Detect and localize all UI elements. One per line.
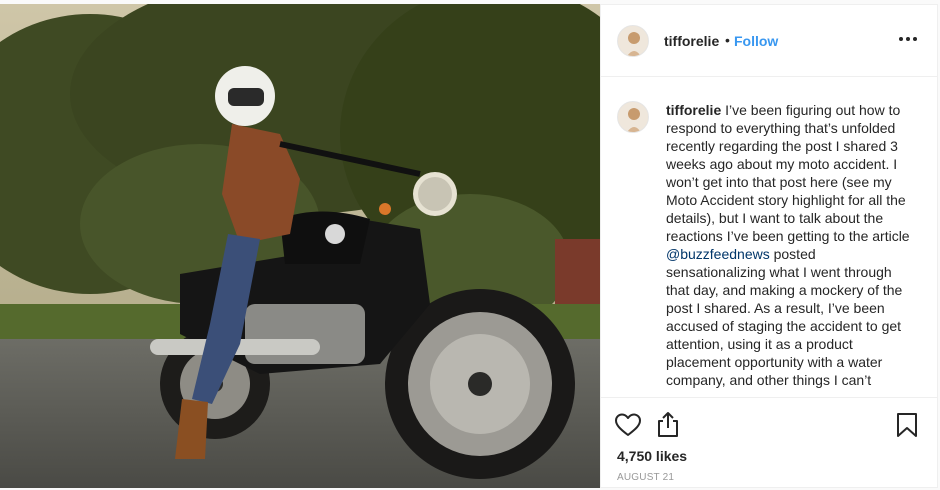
- mention-link[interactable]: @buzzfeednews: [666, 246, 770, 262]
- instagram-post-view: tifforelie • Follow tifforelie I’ve been: [0, 0, 940, 490]
- caption-avatar[interactable]: [617, 101, 649, 133]
- caption-username-link[interactable]: tifforelie: [666, 102, 721, 118]
- likes-count[interactable]: 4,750 likes: [617, 448, 687, 464]
- comments-area[interactable]: tifforelie I’ve been figuring out how to…: [601, 77, 937, 397]
- post-date[interactable]: AUGUST 21: [617, 472, 674, 483]
- avatar-image: [618, 102, 648, 132]
- post-username-link[interactable]: tifforelie: [664, 33, 719, 49]
- caption-text-part1: I’ve been figuring out how to respond to…: [666, 102, 910, 244]
- follow-button[interactable]: Follow: [734, 33, 778, 49]
- post-caption: tifforelie I’ve been figuring out how to…: [666, 101, 916, 389]
- avatar[interactable]: [617, 25, 649, 57]
- post-photo[interactable]: [0, 4, 600, 488]
- post-side-panel: tifforelie • Follow tifforelie I’ve been: [600, 4, 938, 488]
- caption-text-part2: posted sensationalizing what I went thro…: [666, 246, 903, 388]
- motorcycle-photo-illustration: [0, 4, 600, 488]
- more-options-icon[interactable]: [897, 31, 919, 47]
- bookmark-icon[interactable]: [893, 411, 921, 439]
- separator-dot: •: [725, 32, 730, 48]
- share-icon[interactable]: [654, 410, 682, 438]
- post-header: tifforelie • Follow: [601, 5, 937, 77]
- heart-icon[interactable]: [614, 411, 642, 439]
- avatar-image: [618, 26, 648, 56]
- post-actions: 4,750 likes AUGUST 21: [601, 397, 937, 487]
